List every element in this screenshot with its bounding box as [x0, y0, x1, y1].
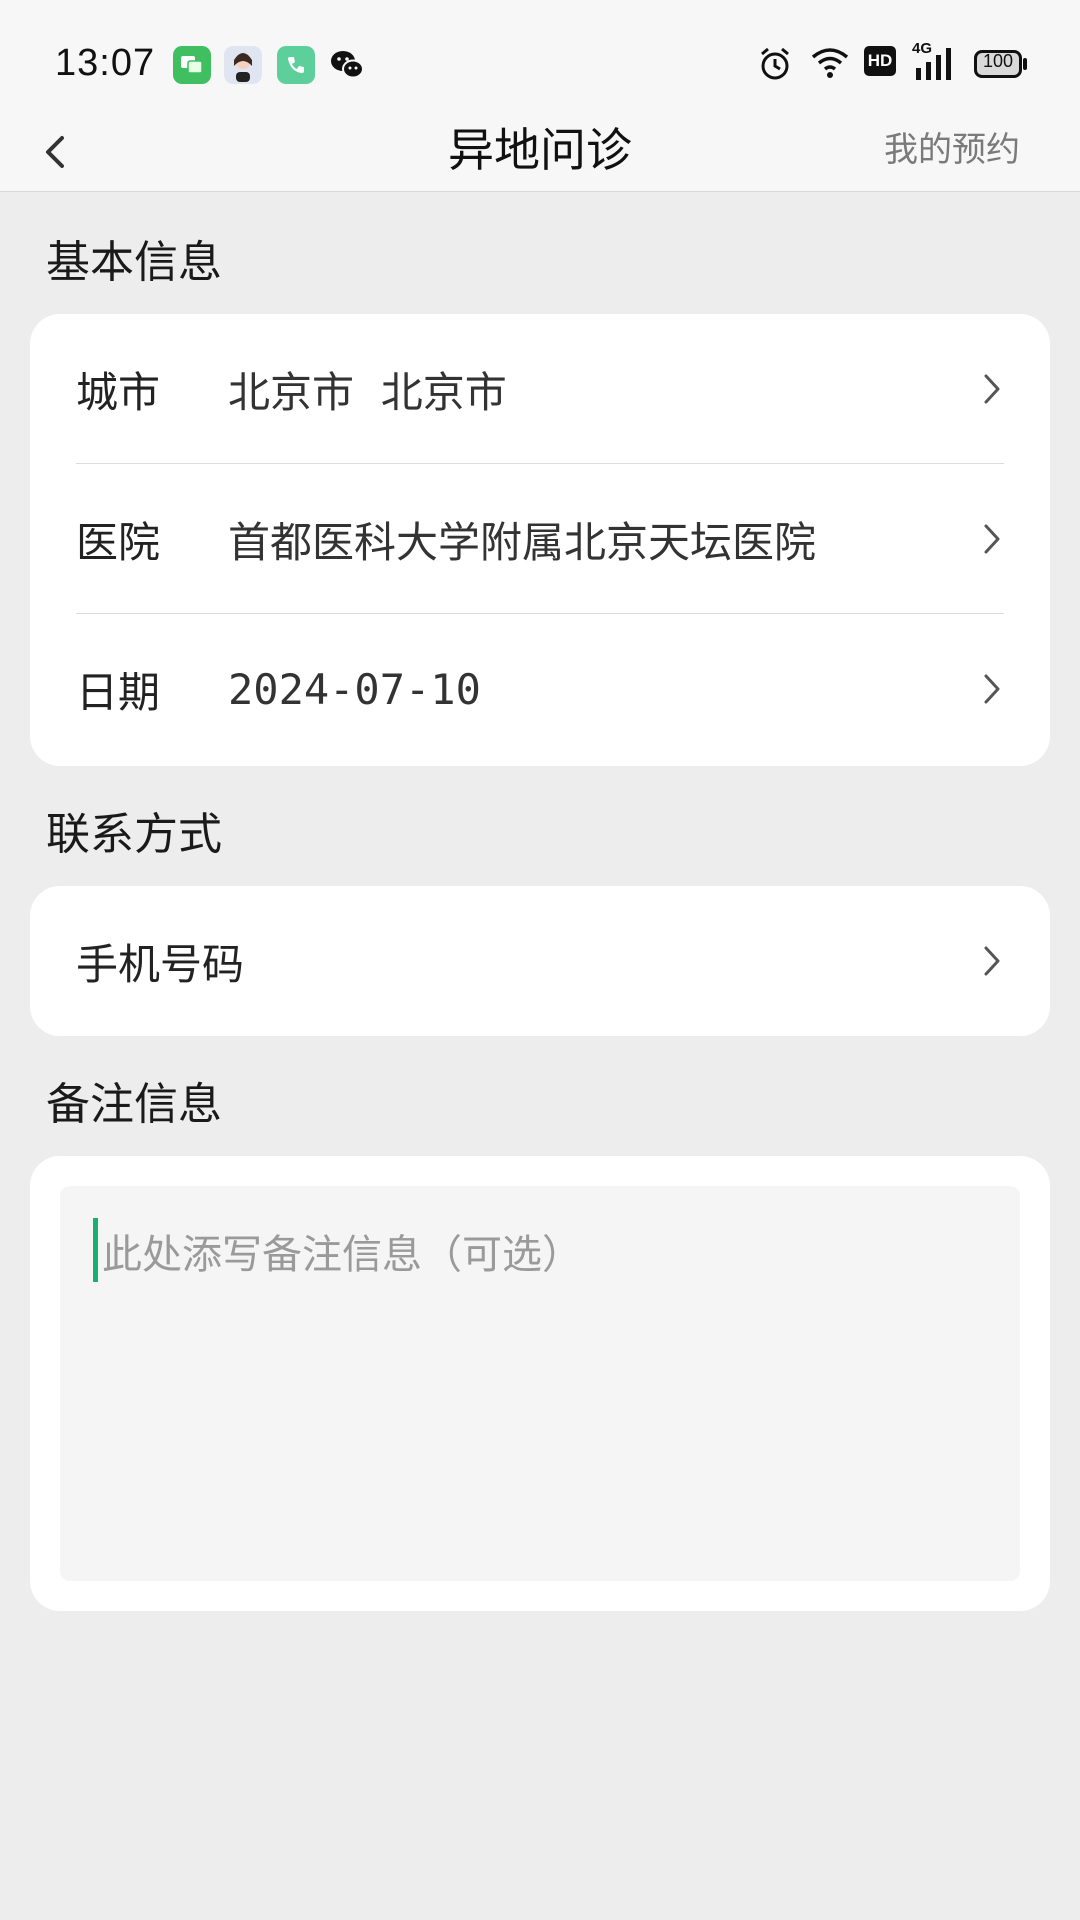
chevron-right-icon: [984, 674, 1000, 704]
text-caret: [93, 1218, 98, 1282]
date-label: 日期: [76, 667, 161, 717]
phone-label: 手机号码: [76, 939, 245, 989]
wifi-icon: [810, 46, 850, 86]
basic-info-title: 基本信息: [46, 237, 222, 288]
remarks-title: 备注信息: [46, 1079, 222, 1130]
chevron-right-icon: [984, 946, 1000, 976]
avatar-icon: [224, 46, 262, 84]
hd-icon: HD: [864, 46, 896, 86]
remarks-textarea[interactable]: 此处添写备注信息（可选）: [60, 1186, 1020, 1581]
chevron-right-icon: [984, 524, 1000, 554]
my-appointments-link[interactable]: 我的预约: [884, 122, 1020, 171]
date-row[interactable]: 日期 2024-07-10: [30, 614, 1050, 764]
remarks-card: 此处添写备注信息（可选）: [30, 1156, 1050, 1611]
basic-info-card: 城市 北京市 北京市 医院 首都医科大学附属北京天坛医院 日期 2024-07-…: [30, 314, 1050, 766]
phone-row[interactable]: 手机号码: [30, 886, 1050, 1036]
status-bar: 13:07 HD 4G 100: [0, 0, 1080, 110]
city-row[interactable]: 城市 北京市 北京市: [30, 314, 1050, 464]
remarks-placeholder: 此处添写备注信息（可选）: [102, 1232, 582, 1278]
contact-card: 手机号码: [30, 886, 1050, 1036]
hospital-value: 首都医科大学附属北京天坛医院: [228, 517, 817, 567]
alarm-icon: [758, 46, 792, 86]
wechat-icon: [328, 46, 366, 84]
battery-icon: 100: [974, 46, 1028, 86]
page: 13:07 HD 4G 100 异地问诊 我的预约 基本信息 城市 北京市 北京…: [0, 0, 1080, 1920]
status-time: 13:07: [55, 42, 156, 84]
signal-icon: 4G: [910, 40, 958, 86]
nav-bar: 异地问诊 我的预约: [0, 110, 1080, 192]
date-value: 2024-07-10: [228, 664, 481, 714]
hospital-label: 医院: [76, 517, 161, 567]
phone-icon: [277, 46, 315, 84]
messages-icon: [173, 46, 211, 84]
chevron-right-icon: [984, 374, 1000, 404]
contact-title: 联系方式: [46, 809, 222, 860]
city-value: 北京市 北京市: [228, 367, 507, 417]
hospital-row[interactable]: 医院 首都医科大学附属北京天坛医院: [30, 464, 1050, 614]
city-label: 城市: [76, 367, 161, 417]
